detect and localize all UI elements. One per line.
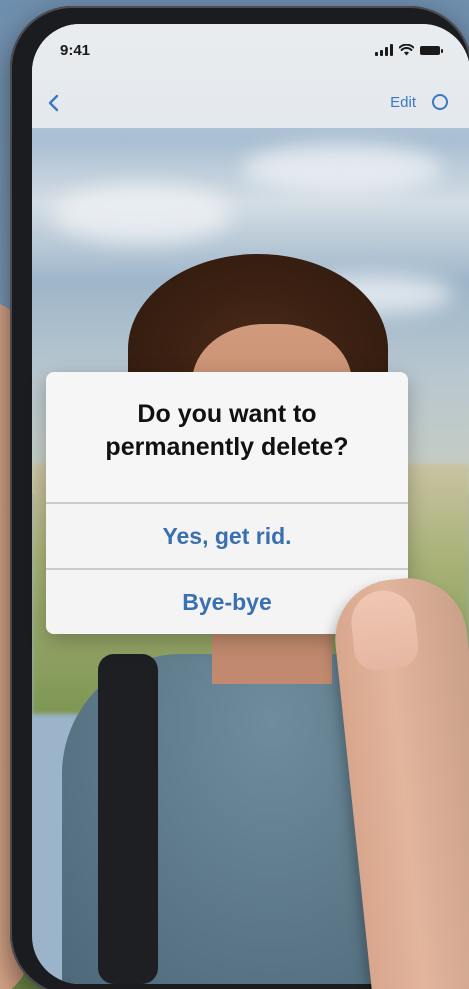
wifi-icon <box>399 44 414 56</box>
alert-title: Do you want to permanently delete? <box>46 398 408 464</box>
signal-icon <box>375 44 393 56</box>
back-button[interactable] <box>38 88 68 118</box>
fingernail <box>348 587 421 672</box>
status-bar: 9:41 <box>32 24 469 80</box>
chevron-left-icon <box>48 94 59 112</box>
backpack-strap <box>98 654 158 984</box>
scene: 9:41 Edit Do you want to permanently del… <box>0 0 469 989</box>
alert-title-line2: permanently delete? <box>105 433 349 461</box>
status-icons <box>375 44 443 56</box>
edit-button[interactable]: Edit <box>390 94 416 111</box>
nav-bar: Edit <box>32 80 469 128</box>
alert-title-line1: Do you want to <box>137 400 317 428</box>
yes-get-rid-button[interactable]: Yes, get rid. <box>46 502 408 568</box>
battery-icon <box>420 45 443 55</box>
circle-icon[interactable] <box>432 94 448 110</box>
status-time: 9:41 <box>60 42 91 59</box>
